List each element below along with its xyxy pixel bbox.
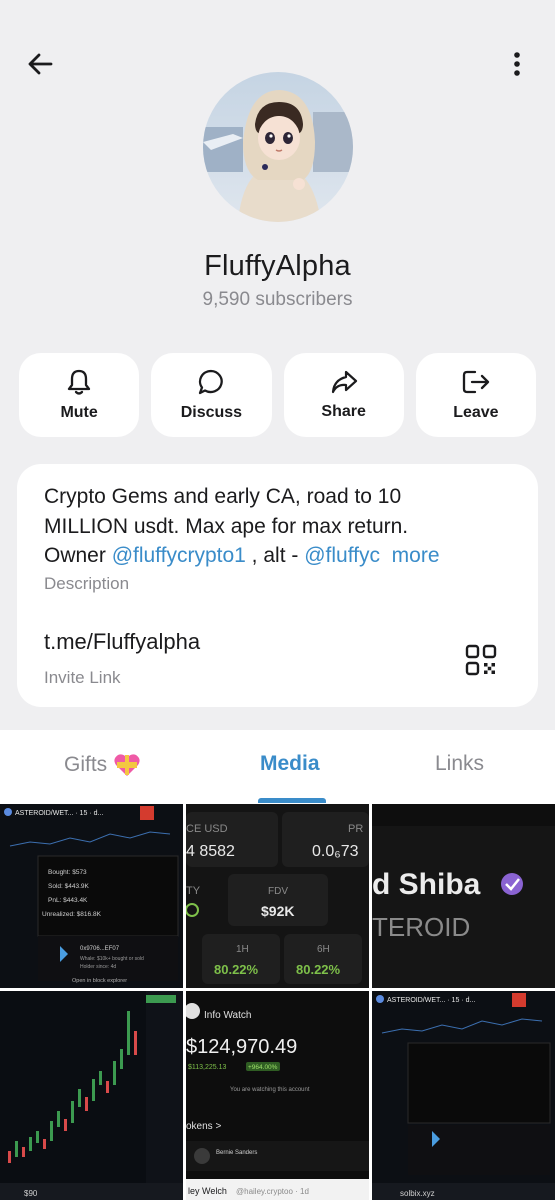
more-link[interactable]: more: [392, 544, 440, 567]
media-thumbnail: ASTEROID/WET... · 15 · d... solbix.xyz: [372, 991, 555, 1200]
channel-avatar[interactable]: [203, 72, 353, 222]
wallet-footer-handle: @hailey.cryptoo · 1d: [236, 1187, 309, 1196]
qr-code-button[interactable]: [463, 642, 499, 678]
leave-button[interactable]: Leave: [415, 353, 536, 437]
description-line2: MILLION usdt. Max ape for max return.: [44, 514, 409, 538]
media-grid: ASTEROID/WET... · 15 · d... Bought: $573…: [0, 804, 555, 1200]
qr-code-icon: [465, 644, 497, 676]
token-subtitle: TEROID: [372, 912, 470, 942]
6h-label: 6H: [317, 944, 330, 955]
media-item[interactable]: ASTEROID/WET... · 15 · d... Bought: $573…: [0, 804, 183, 988]
trade-bought: Bought: $573: [48, 869, 87, 876]
wallet-change: $113,225.13: [188, 1064, 227, 1071]
active-tab-indicator: [258, 798, 326, 803]
channel-info-card: Crypto Gems and early CA, road to 10 MIL…: [17, 464, 538, 707]
description-owner: Owner: [44, 544, 112, 567]
share-button[interactable]: Share: [283, 353, 404, 437]
trade2-title: ASTEROID/WET... · 15 · d...: [387, 997, 475, 1004]
trade-wallet: 0x9706...EF07: [80, 946, 120, 952]
fdv-label: FDV: [268, 886, 288, 897]
leave-icon: [462, 370, 490, 394]
description-label: Description: [44, 574, 130, 593]
token-name: d Shiba: [372, 868, 481, 901]
price-value: 4 8582: [186, 843, 235, 860]
media-item[interactable]: $90: [0, 991, 183, 1200]
fdv-value: $92K: [261, 903, 294, 919]
discuss-label: Discuss: [180, 404, 243, 421]
media-thumbnail: $90: [0, 991, 183, 1200]
mention-link-owner[interactable]: @fluffycrypto1: [112, 544, 246, 567]
invite-link[interactable]: t.me/Fluffyalpha: [44, 629, 200, 655]
price-secondary: 0.0₆73: [312, 843, 359, 860]
trade-unrealized: Unrealized: $816.8K: [42, 911, 102, 918]
chart-footer: $90: [24, 1189, 38, 1198]
trade2-footer: solbix.xyz: [400, 1189, 435, 1198]
trade-whale: Whale: $10k+ bought or sold: [80, 956, 144, 962]
pr-label: PR: [348, 823, 363, 835]
1h-change: 80.22%: [214, 962, 259, 977]
channel-name: FluffyAlpha: [204, 250, 351, 282]
media-item[interactable]: d Shiba TEROID: [372, 804, 555, 988]
back-button[interactable]: [20, 44, 60, 84]
mute-label: Mute: [60, 404, 98, 421]
avatar-image: [203, 72, 353, 222]
trade-explorer: Open in block explorer: [72, 978, 127, 984]
media-item[interactable]: CE USD PR 4 8582 0.0₆73 TY FDV $92K 1H 6…: [186, 804, 369, 988]
tab-links[interactable]: Links: [435, 752, 484, 776]
heart-gift-icon: [114, 754, 140, 776]
price-label: CE USD: [186, 823, 228, 835]
trade-title: ASTEROID/WET... · 15 · d...: [15, 810, 103, 817]
mention-link-alt[interactable]: @fluffyc: [304, 544, 380, 567]
description-alt: , alt -: [245, 544, 305, 567]
media-thumbnail: Info Watch $124,970.49 $113,225.13 +964.…: [186, 991, 369, 1200]
media-item[interactable]: Info Watch $124,970.49 $113,225.13 +964.…: [186, 991, 369, 1200]
more-vertical-icon: [514, 52, 520, 76]
wallet-pct: +964.00%: [248, 1064, 278, 1071]
wallet-holder: Bernie Sanders: [216, 1150, 257, 1156]
ty-label: TY: [186, 885, 201, 897]
share-arrow-icon: [331, 370, 357, 394]
description-line1: Crypto Gems and early CA, road to 10: [44, 485, 402, 508]
mute-button[interactable]: Mute: [19, 353, 140, 437]
media-thumbnail: CE USD PR 4 8582 0.0₆73 TY FDV $92K 1H 6…: [186, 804, 369, 988]
wallet-tokens: okens >: [186, 1121, 221, 1132]
wallet-header: Info Watch: [204, 1010, 251, 1021]
tab-media[interactable]: Media: [260, 752, 320, 776]
leave-label: Leave: [453, 404, 499, 421]
discuss-button[interactable]: Discuss: [151, 353, 272, 437]
channel-description[interactable]: Crypto Gems and early CA, road to 10 MIL…: [44, 482, 514, 571]
wallet-footer-name: ley Welch: [188, 1186, 227, 1196]
subscriber-count: 9,590 subscribers: [202, 289, 353, 310]
media-thumbnail: ASTEROID/WET... · 15 · d... Bought: $573…: [0, 804, 183, 988]
chat-bubble-icon: [199, 369, 224, 395]
action-row: Mute Discuss Share Leave: [19, 353, 536, 437]
bell-icon: [67, 369, 91, 395]
trade-holder: Holder since: 4d: [80, 964, 116, 970]
6h-change: 80.22%: [296, 962, 341, 977]
wallet-balance: $124,970.49: [186, 1036, 297, 1058]
invite-link-label: Invite Link: [44, 668, 121, 687]
wallet-watching: You are watching this account: [230, 1087, 310, 1093]
more-menu-button[interactable]: [497, 44, 537, 84]
trade-pnl: PnL: $443.4K: [48, 897, 88, 904]
media-thumbnail: d Shiba TEROID: [372, 804, 555, 988]
tab-gifts-label: Gifts: [64, 753, 108, 776]
arrow-left-icon: [28, 53, 53, 75]
share-label: Share: [321, 403, 366, 420]
tab-gifts[interactable]: Gifts: [64, 752, 141, 778]
trade-sold: Sold: $443.9K: [48, 883, 90, 890]
1h-label: 1H: [236, 944, 249, 955]
profile-tabs: Gifts Media Links: [0, 730, 555, 804]
media-item[interactable]: ASTEROID/WET... · 15 · d... solbix.xyz: [372, 991, 555, 1200]
